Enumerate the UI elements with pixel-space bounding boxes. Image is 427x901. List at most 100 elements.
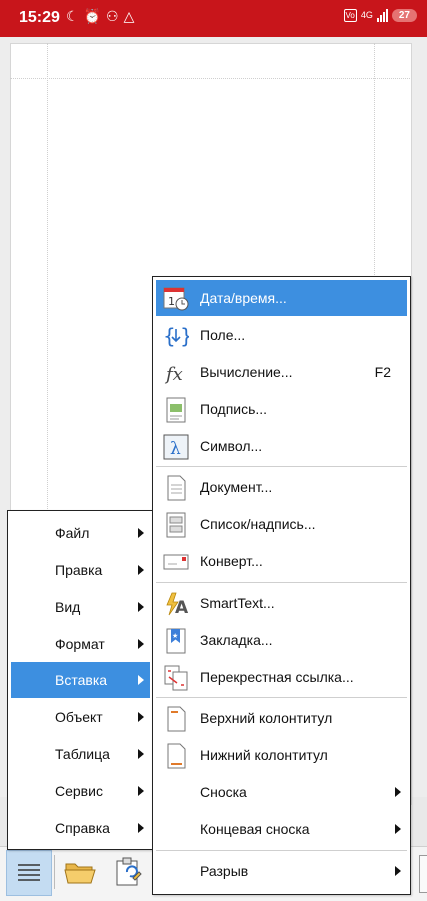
signal-icon [376, 9, 388, 22]
menu-item-label: Таблица [55, 746, 110, 762]
chevron-right-icon [138, 639, 144, 649]
menu-item-label: Файл [55, 525, 90, 541]
menu-item-caption[interactable]: Подпись... [156, 392, 407, 426]
menu-item-bookmark[interactable]: ★ Закладка... [156, 623, 407, 657]
menu-icon [18, 864, 40, 881]
menu-item-label: Вычисление... [200, 364, 293, 380]
menu-item-label: Вставка [55, 672, 108, 688]
svg-text:1: 1 [168, 295, 175, 308]
menu-separator [156, 697, 407, 698]
chevron-right-icon [138, 602, 144, 612]
field-braces-icon: {} [163, 323, 189, 349]
svg-text:fx: fx [164, 364, 183, 385]
svg-text:}: } [180, 324, 189, 348]
calendar-clock-icon: 1 [163, 285, 189, 311]
menu-item-endnote[interactable]: Концевая сноска [156, 812, 407, 846]
menu-separator [156, 850, 407, 851]
moon-icon: ☾ [66, 8, 79, 24]
battery-icon: 27 [391, 9, 417, 22]
list-box-icon [163, 512, 189, 538]
lambda-symbol-icon: λ [163, 434, 189, 460]
page-margin-guide [10, 78, 410, 79]
menu-item-label: Символ... [200, 438, 263, 454]
menu-item-label: Объект [55, 709, 103, 725]
menu-item-insert[interactable]: Вставка [11, 662, 150, 698]
menu-item-table[interactable]: Таблица [11, 737, 150, 771]
svg-text:★: ★ [172, 632, 178, 640]
chevron-right-icon [138, 749, 144, 759]
chevron-right-icon [138, 528, 144, 538]
menu-item-label: Вид [55, 599, 81, 615]
menu-item-label: Сервис [55, 783, 103, 799]
toolbar-separator [54, 855, 55, 889]
menu-item-list-label[interactable]: Список/надпись... [156, 507, 407, 541]
menu-item-label: SmartText... [200, 595, 275, 611]
svg-text:λ: λ [170, 439, 181, 459]
status-bar: 15:29 ☾ ⏰ ⚇ △ Vo 4G 27 [0, 0, 427, 37]
menu-item-label: Список/надпись... [200, 516, 316, 532]
menu-item-format[interactable]: Формат [11, 627, 150, 661]
chevron-right-icon [138, 712, 144, 722]
footer-icon [163, 743, 189, 769]
svg-text:A: A [175, 598, 189, 617]
clipboard-icon [116, 857, 142, 886]
menu-item-help[interactable]: Справка [11, 811, 150, 845]
menu-item-label: Верхний колонтитул [200, 710, 333, 726]
menu-separator [156, 582, 407, 583]
status-time: 15:29 [19, 9, 60, 26]
menu-item-label: Формат [55, 636, 105, 652]
shortcut-label: F2 [374, 364, 391, 380]
menu-button[interactable] [6, 850, 52, 896]
menu-item-smarttext[interactable]: A SmartText... [156, 586, 407, 620]
chevron-right-icon [138, 565, 144, 575]
menu-item-file[interactable]: Файл [11, 516, 150, 550]
menu-item-header[interactable]: Верхний колонтитул [156, 701, 407, 735]
drive-icon: △ [123, 8, 135, 24]
menu-item-label: Перекрестная ссылка... [200, 669, 354, 685]
menu-item-symbol[interactable]: λ Символ... [156, 429, 407, 463]
menu-item-footer[interactable]: Нижний колонтитул [156, 738, 407, 772]
menu-item-envelope[interactable]: Конверт... [156, 544, 407, 578]
menu-item-view[interactable]: Вид [11, 590, 150, 624]
insert-submenu: 1 Дата/время... {} Поле... fx Вычисление… [152, 276, 411, 895]
bookmark-icon: ★ [163, 628, 189, 654]
menu-item-label: Закладка... [200, 632, 273, 648]
menu-item-field[interactable]: {} Поле... [156, 318, 407, 352]
chevron-right-icon [138, 675, 144, 685]
menu-item-label: Концевая сноска [200, 821, 310, 837]
menu-item-label: Сноска [200, 784, 247, 800]
chevron-right-icon [395, 787, 401, 797]
menu-item-label: Правка [55, 562, 103, 578]
menu-item-break[interactable]: Разрыв [156, 854, 407, 888]
chevron-right-icon [395, 866, 401, 876]
menu-item-document[interactable]: Документ... [156, 470, 407, 504]
volte-badge: Vo [343, 9, 357, 22]
open-button[interactable] [58, 850, 102, 894]
menu-item-cross-reference[interactable]: Перекрестная ссылка... [156, 660, 407, 694]
header-icon [163, 706, 189, 732]
document-icon [163, 475, 189, 501]
chevron-right-icon [395, 824, 401, 834]
clipboard-button[interactable] [106, 850, 150, 894]
menu-separator [156, 466, 407, 467]
envelope-icon [163, 549, 189, 575]
smarttext-icon: A [163, 591, 189, 617]
main-menu: Файл Правка Вид Формат Вставка Объект Та… [7, 510, 154, 850]
open-folder-icon [64, 863, 96, 884]
status-icons: ☾ ⏰ ⚇ △ [66, 8, 134, 25]
share-icon: ⚇ [106, 8, 119, 24]
menu-item-object[interactable]: Объект [11, 700, 150, 734]
network-type: 4G [360, 10, 373, 20]
menu-item-label: Дата/время... [200, 290, 287, 306]
menu-item-footnote[interactable]: Сноска [156, 775, 407, 809]
menu-item-label: Разрыв [200, 863, 249, 879]
toolbar-overflow[interactable] [419, 855, 427, 893]
menu-item-tools[interactable]: Сервис [11, 774, 150, 808]
alarm-icon: ⏰ [83, 8, 101, 24]
function-icon: fx [163, 360, 189, 386]
menu-item-edit[interactable]: Правка [11, 553, 150, 587]
caption-icon [163, 397, 189, 423]
menu-item-label: Справка [55, 820, 110, 836]
menu-item-calculate[interactable]: fx Вычисление... F2 [156, 355, 407, 389]
menu-item-date-time[interactable]: 1 Дата/время... [156, 280, 407, 316]
